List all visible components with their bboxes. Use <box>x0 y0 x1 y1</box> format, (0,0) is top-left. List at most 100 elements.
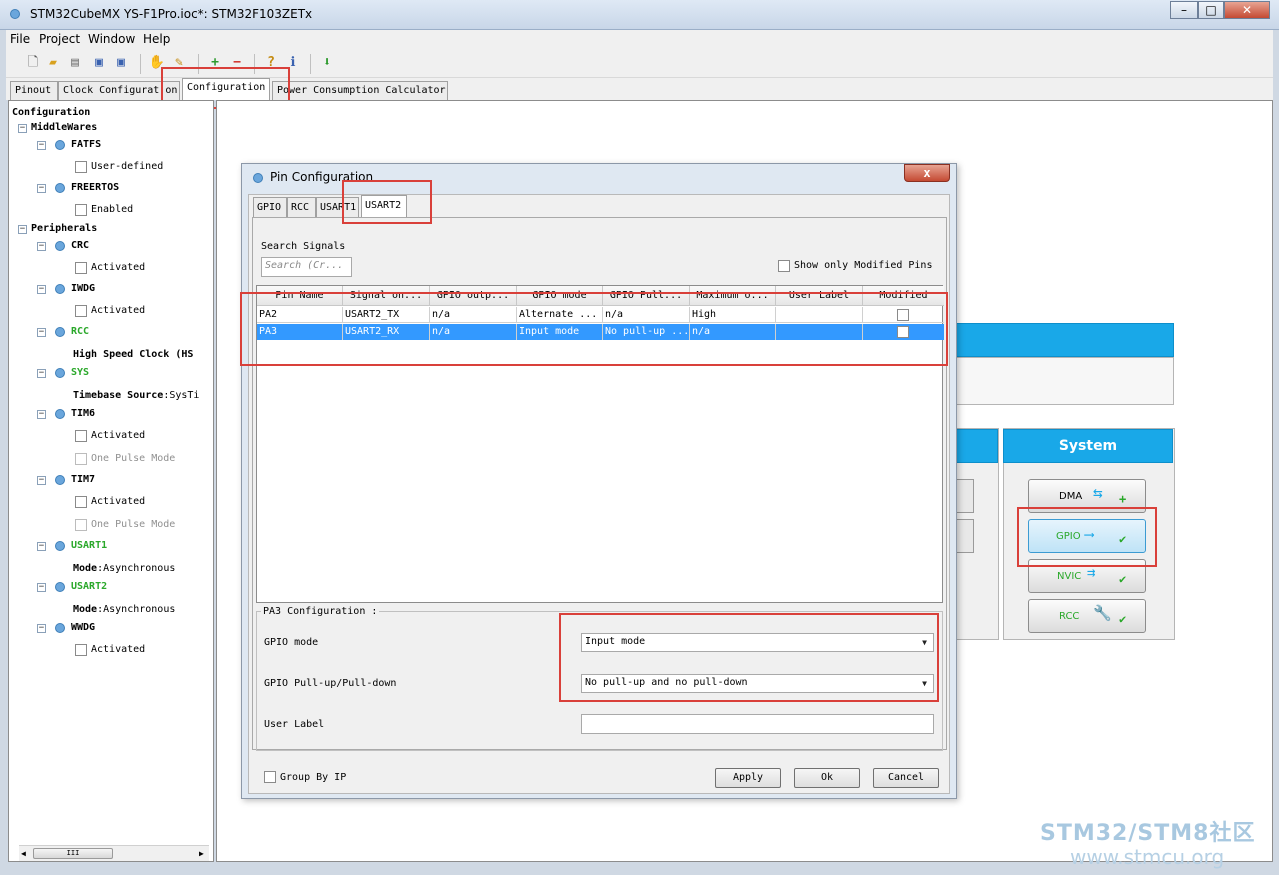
user-label-input[interactable] <box>581 714 934 734</box>
collapse-icon[interactable]: − <box>37 184 46 193</box>
checkbox[interactable] <box>75 496 87 508</box>
minimize-button[interactable]: – <box>1170 1 1198 19</box>
search-input[interactable]: Search (Cr... <box>261 257 352 277</box>
gear-icon <box>55 284 65 294</box>
tree-one-pulse: One Pulse Mode <box>91 519 176 530</box>
menu-window[interactable]: Window <box>88 32 135 46</box>
gear-icon <box>55 541 65 551</box>
collapse-icon[interactable]: − <box>37 285 46 294</box>
tab-power-consumption[interactable]: Power Consumption Calculator <box>272 81 448 100</box>
gpio-mode-label: GPIO mode <box>264 637 319 648</box>
menu-help[interactable]: Help <box>143 32 170 46</box>
tab-pinout[interactable]: Pinout <box>10 81 58 100</box>
category-header-partial <box>954 429 998 463</box>
save-as-icon[interactable]: ▣ <box>112 54 130 72</box>
collapse-icon[interactable]: − <box>37 410 46 419</box>
watermark-line1: STM32/STM8社区 <box>1040 821 1256 846</box>
apply-button[interactable]: Apply <box>715 768 781 788</box>
checkbox[interactable] <box>75 305 87 317</box>
tree-activated: Activated <box>91 262 146 273</box>
tree-usart2[interactable]: USART2 <box>71 581 107 592</box>
collapse-icon[interactable]: − <box>37 583 46 592</box>
collapse-icon[interactable]: − <box>37 476 46 485</box>
copy-icon[interactable]: ▤ <box>66 54 84 72</box>
tree-tim6[interactable]: TIM6 <box>71 408 95 419</box>
toolbar-separator <box>310 54 311 74</box>
maximize-button[interactable]: □ <box>1198 1 1224 19</box>
category-panel <box>954 357 1174 405</box>
tree-freertos[interactable]: FREERTOS <box>71 182 119 193</box>
rcc-button[interactable]: RCC 🔧 ✔ <box>1028 599 1146 633</box>
dialog-tab-gpio[interactable]: GPIO <box>253 197 287 217</box>
tree-sys[interactable]: SYS <box>71 367 89 378</box>
configuration-tree: Configuration − MiddleWares − FATFS User… <box>8 100 214 862</box>
partial-button[interactable] <box>954 479 974 513</box>
dma-icon: ⇆ <box>1093 483 1103 502</box>
tree-activated: Activated <box>91 430 146 441</box>
mode-label: Mode <box>73 563 98 574</box>
tree-wwdg[interactable]: WWDG <box>71 622 95 633</box>
collapse-icon[interactable]: − <box>18 124 27 133</box>
menu-bar: File Project Window Help <box>6 30 1273 50</box>
dialog-body: GPIO RCC USART1 USART2 Search Signals Se… <box>248 194 950 794</box>
gear-icon <box>55 582 65 592</box>
gear-icon <box>55 623 65 633</box>
collapse-icon[interactable]: − <box>37 369 46 378</box>
timebase-value: :SysTi <box>163 390 200 401</box>
scroll-left-icon[interactable]: ◀ <box>21 849 26 858</box>
open-icon[interactable]: ▰ <box>44 54 62 72</box>
mode-value: :Asynchronous <box>97 604 176 615</box>
tree-user-defined: User-defined <box>91 161 164 172</box>
scroll-thumb[interactable]: III <box>33 848 113 859</box>
check-icon: ✔ <box>1119 612 1127 626</box>
tree-activated: Activated <box>91 644 146 655</box>
window-title: STM32CubeMX YS-F1Pro.ioc*: STM32F103ZETx <box>30 7 313 21</box>
gear-icon <box>55 140 65 150</box>
tree-iwdg[interactable]: IWDG <box>71 283 95 294</box>
tree-rcc[interactable]: RCC <box>71 326 89 337</box>
collapse-icon[interactable]: − <box>37 141 46 150</box>
checkbox[interactable] <box>75 161 87 173</box>
collapse-icon[interactable]: − <box>37 624 46 633</box>
tree-tim7[interactable]: TIM7 <box>71 474 95 485</box>
gear-icon <box>55 241 65 251</box>
menu-project[interactable]: Project <box>39 32 80 46</box>
checkbox[interactable] <box>75 204 87 216</box>
collapse-icon[interactable]: − <box>37 242 46 251</box>
app-icon <box>10 9 20 19</box>
mode-value: :Asynchronous <box>97 563 176 574</box>
checkbox[interactable] <box>75 262 87 274</box>
highlight-pa3-settings <box>559 613 939 702</box>
scroll-right-icon[interactable]: ▶ <box>199 849 204 858</box>
tree-middlewares[interactable]: MiddleWares <box>31 122 97 133</box>
collapse-icon[interactable]: − <box>37 328 46 337</box>
ok-button[interactable]: Ok <box>794 768 860 788</box>
horizontal-scrollbar[interactable]: ◀ III ▶ <box>19 845 209 861</box>
new-project-icon[interactable]: 🗋 <box>24 54 42 72</box>
tree-peripherals[interactable]: Peripherals <box>31 223 97 234</box>
tree-usart1[interactable]: USART1 <box>71 540 107 551</box>
close-button[interactable]: ✕ <box>1224 1 1270 19</box>
tree-timebase: Timebase Source:SysTi <box>73 390 199 401</box>
checkbox[interactable] <box>75 644 87 656</box>
menu-file[interactable]: File <box>10 32 30 46</box>
dialog-icon <box>253 173 263 183</box>
checkbox-disabled <box>75 453 87 465</box>
check-icon: ✔ <box>1119 572 1127 586</box>
dialog-close-button[interactable]: x <box>904 164 950 182</box>
tree-fatfs[interactable]: FATFS <box>71 139 101 150</box>
partial-button[interactable] <box>954 519 974 553</box>
cancel-button[interactable]: Cancel <box>873 768 939 788</box>
show-modified-checkbox[interactable] <box>778 260 790 272</box>
collapse-icon[interactable]: − <box>18 225 27 234</box>
checkbox[interactable] <box>75 430 87 442</box>
watermark-line2: www.stmcu.org <box>1070 845 1225 869</box>
group-by-ip-checkbox[interactable] <box>264 771 276 783</box>
dialog-tab-rcc[interactable]: RCC <box>287 197 316 217</box>
mode-label: Mode <box>73 604 98 615</box>
generate-code-icon[interactable]: ⬇ <box>318 54 336 72</box>
tree-crc[interactable]: CRC <box>71 240 89 251</box>
save-icon[interactable]: ▣ <box>90 54 108 72</box>
highlight-gpio-button <box>1017 507 1157 567</box>
collapse-icon[interactable]: − <box>37 542 46 551</box>
